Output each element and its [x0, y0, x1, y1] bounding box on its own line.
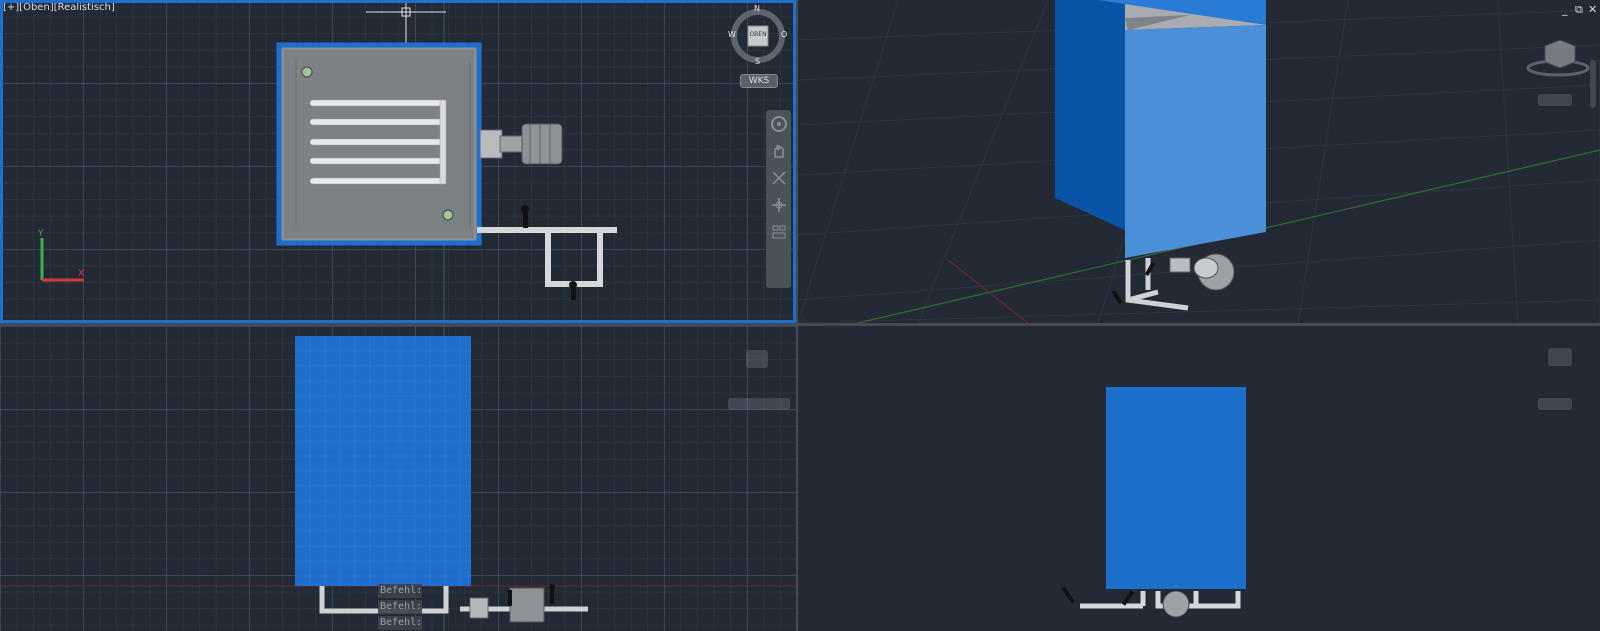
perspective-drawing — [798, 0, 1600, 323]
viewport-side-view[interactable] — [798, 326, 1600, 631]
viewport-3d-view[interactable]: _ ⧉ ✕ — [798, 0, 1600, 323]
wcs-menu-ghost[interactable] — [1538, 94, 1572, 106]
viewcube[interactable]: OBEN N S W O — [728, 4, 788, 66]
viewcube-face-label[interactable]: OBEN — [748, 31, 768, 38]
viewport-top-view[interactable]: [+][Oben][Realistisch] Y X OBEN N S W O … — [0, 0, 796, 323]
viewcube-ghost[interactable] — [746, 350, 768, 368]
orbit-icon[interactable] — [766, 191, 791, 218]
side-pump — [1162, 590, 1190, 618]
command-line-2[interactable]: Befehl: — [378, 600, 422, 614]
close-button[interactable]: ✕ — [1588, 3, 1597, 16]
compass-south[interactable]: S — [755, 57, 760, 66]
minimize-button[interactable]: _ — [1562, 3, 1568, 16]
restore-button[interactable]: ⧉ — [1575, 3, 1583, 17]
tank-side-view — [1106, 387, 1246, 589]
full-navigation-wheel-icon[interactable] — [766, 110, 791, 137]
zoom-icon[interactable] — [766, 164, 791, 191]
pan-icon[interactable] — [766, 137, 791, 164]
compass-east[interactable]: O — [781, 30, 787, 39]
side-valves — [1061, 586, 1135, 606]
navbar-ghost[interactable] — [1590, 60, 1596, 108]
x-axis-line — [947, 259, 1029, 323]
top-view-drawing: Y X — [37, 0, 617, 323]
pump-motor — [479, 123, 563, 165]
side-piping — [1080, 591, 1241, 609]
tank-front-view — [295, 336, 471, 586]
wcs-menu-ghost[interactable] — [1538, 398, 1572, 410]
command-line-3[interactable]: Befehl: — [378, 616, 422, 630]
viewcube-ghost[interactable] — [1548, 348, 1572, 366]
front-pump — [469, 587, 545, 623]
command-line-1[interactable]: Befehl: — [378, 584, 422, 598]
pump-3d — [1169, 253, 1235, 291]
viewcube-3d — [1526, 39, 1590, 77]
compass-west[interactable]: W — [728, 30, 736, 39]
side-view-drawing — [1061, 387, 1246, 618]
tank-top-view — [276, 42, 482, 246]
ucs-icon: Y X — [37, 229, 84, 282]
compass-north[interactable]: N — [754, 4, 760, 13]
wcs-menu-ghost[interactable] — [728, 398, 790, 410]
showmotion-icon[interactable] — [766, 218, 791, 245]
piping — [477, 227, 617, 287]
svg-text:Y: Y — [37, 229, 44, 239]
svg-text:X: X — [78, 269, 84, 279]
front-piping — [319, 586, 588, 614]
viewport-front-view[interactable]: Befehl: Befehl: Befehl: — [0, 326, 796, 631]
wcs-menu-button[interactable]: WKS — [740, 74, 778, 88]
navigation-bar — [766, 110, 791, 288]
autocad-workspace: [+][Oben][Realistisch] Y X OBEN N S W O … — [0, 0, 1600, 631]
tank-3d — [1055, 0, 1266, 258]
